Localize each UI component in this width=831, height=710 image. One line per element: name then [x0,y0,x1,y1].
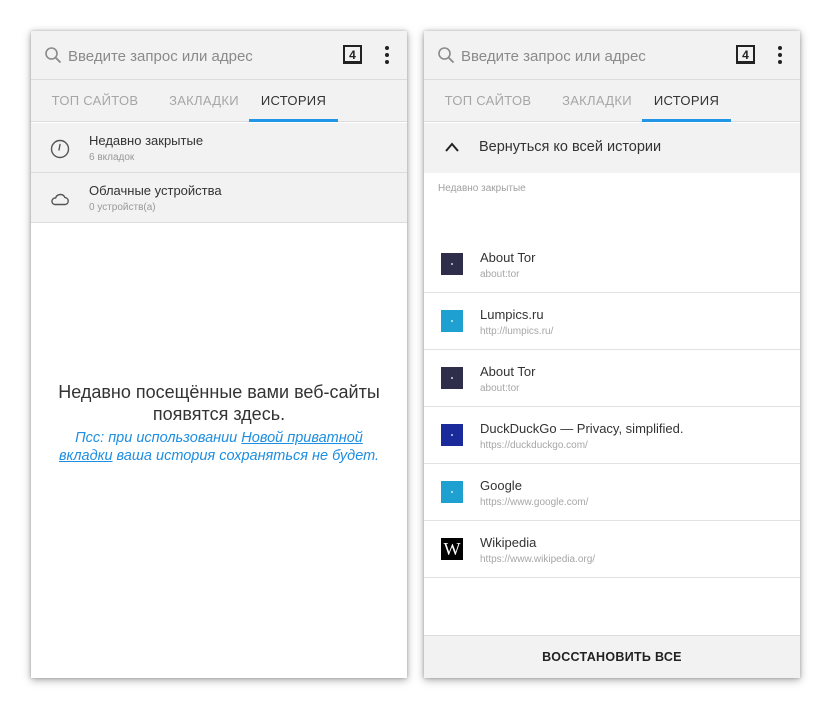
tab-top-sites[interactable]: ТОП САЙТОВ [31,80,159,122]
row-subtitle: 0 устройств(а) [89,202,156,213]
row-title: Недавно закрытые [89,133,204,148]
site-url: about:tor [480,383,520,394]
panel-tabs: ТОП САЙТОВ ЗАКЛАДКИ ИСТОРИЯ [424,80,800,122]
closed-tab-item[interactable]: Google https://www.google.com/ [424,464,800,521]
tab-top-sites[interactable]: ТОП САЙТОВ [424,80,552,122]
url-input[interactable] [68,45,328,67]
site-title: About Tor [480,364,536,379]
hint-text-before: Псс: при использовании [75,430,242,446]
search-icon [45,47,61,63]
tab-counter-button[interactable]: 4 [343,45,362,64]
back-label: Вернуться ко всей истории [479,139,662,155]
section-label: Недавно закрытые [438,183,526,194]
panel-tabs: ТОП САЙТОВ ЗАКЛАДКИ ИСТОРИЯ [31,80,407,122]
site-title: About Tor [480,250,536,265]
chevron-up-icon [445,142,459,152]
favicon-icon [441,481,463,503]
recently-closed-row[interactable]: Недавно закрытые 6 вкладок [31,123,407,173]
empty-history-message: Недавно посещённые вами веб-сайты появят… [58,382,380,424]
restore-all-button[interactable]: ВОССТАНОВИТЬ ВСЕ [424,635,800,678]
closed-tab-item[interactable]: About Tor about:tor [424,350,800,407]
row-title: Облачные устройства [89,183,222,198]
search-icon [438,47,454,63]
tab-history[interactable]: ИСТОРИЯ [249,80,338,122]
site-url: https://www.wikipedia.org/ [480,554,596,565]
cloud-icon [51,193,69,206]
overflow-menu-icon[interactable] [772,44,788,66]
hint-text-after: ваша история сохраняться не будет. [112,448,380,464]
overflow-menu-icon[interactable] [379,44,395,66]
tab-bookmarks[interactable]: ЗАКЛАДКИ [552,80,642,122]
row-subtitle: 6 вкладок [89,152,135,163]
favicon-icon: W [441,538,463,560]
url-bar: 4 [31,31,407,80]
tab-history[interactable]: ИСТОРИЯ [642,80,731,122]
tab-counter-button[interactable]: 4 [736,45,755,64]
site-url: https://www.google.com/ [480,497,589,508]
favicon-icon [441,424,463,446]
favicon-icon [441,253,463,275]
site-title: DuckDuckGo — Privacy, simplified. [480,421,684,436]
url-bar: 4 [424,31,800,80]
right-screen: 4 ТОП САЙТОВ ЗАКЛАДКИ ИСТОРИЯ Вернуться … [424,31,800,678]
site-title: Lumpics.ru [480,307,544,322]
private-tab-hint: Псс: при использовании Новой приватной в… [51,429,387,465]
clock-icon [50,139,70,159]
closed-tab-item[interactable]: About Tor about:tor [424,236,800,293]
favicon-icon [441,310,463,332]
site-url: about:tor [480,269,520,280]
closed-tab-item[interactable]: DuckDuckGo — Privacy, simplified. https:/… [424,407,800,464]
closed-tab-item[interactable]: Lumpics.ru http://lumpics.ru/ [424,293,800,350]
tab-bookmarks[interactable]: ЗАКЛАДКИ [159,80,249,122]
site-url: http://lumpics.ru/ [480,326,554,337]
favicon-icon [441,367,463,389]
back-to-all-history-button[interactable]: Вернуться ко всей истории [424,123,800,173]
left-screen: 4 ТОП САЙТОВ ЗАКЛАДКИ ИСТОРИЯ Недавно за… [31,31,407,678]
url-input[interactable] [461,45,721,67]
closed-tab-item[interactable]: W Wikipedia https://www.wikipedia.org/ [424,521,800,578]
synced-devices-row[interactable]: Облачные устройства 0 устройств(а) [31,173,407,223]
site-title: Google [480,478,522,493]
site-title: Wikipedia [480,535,537,550]
site-url: https://duckduckgo.com/ [480,440,588,451]
